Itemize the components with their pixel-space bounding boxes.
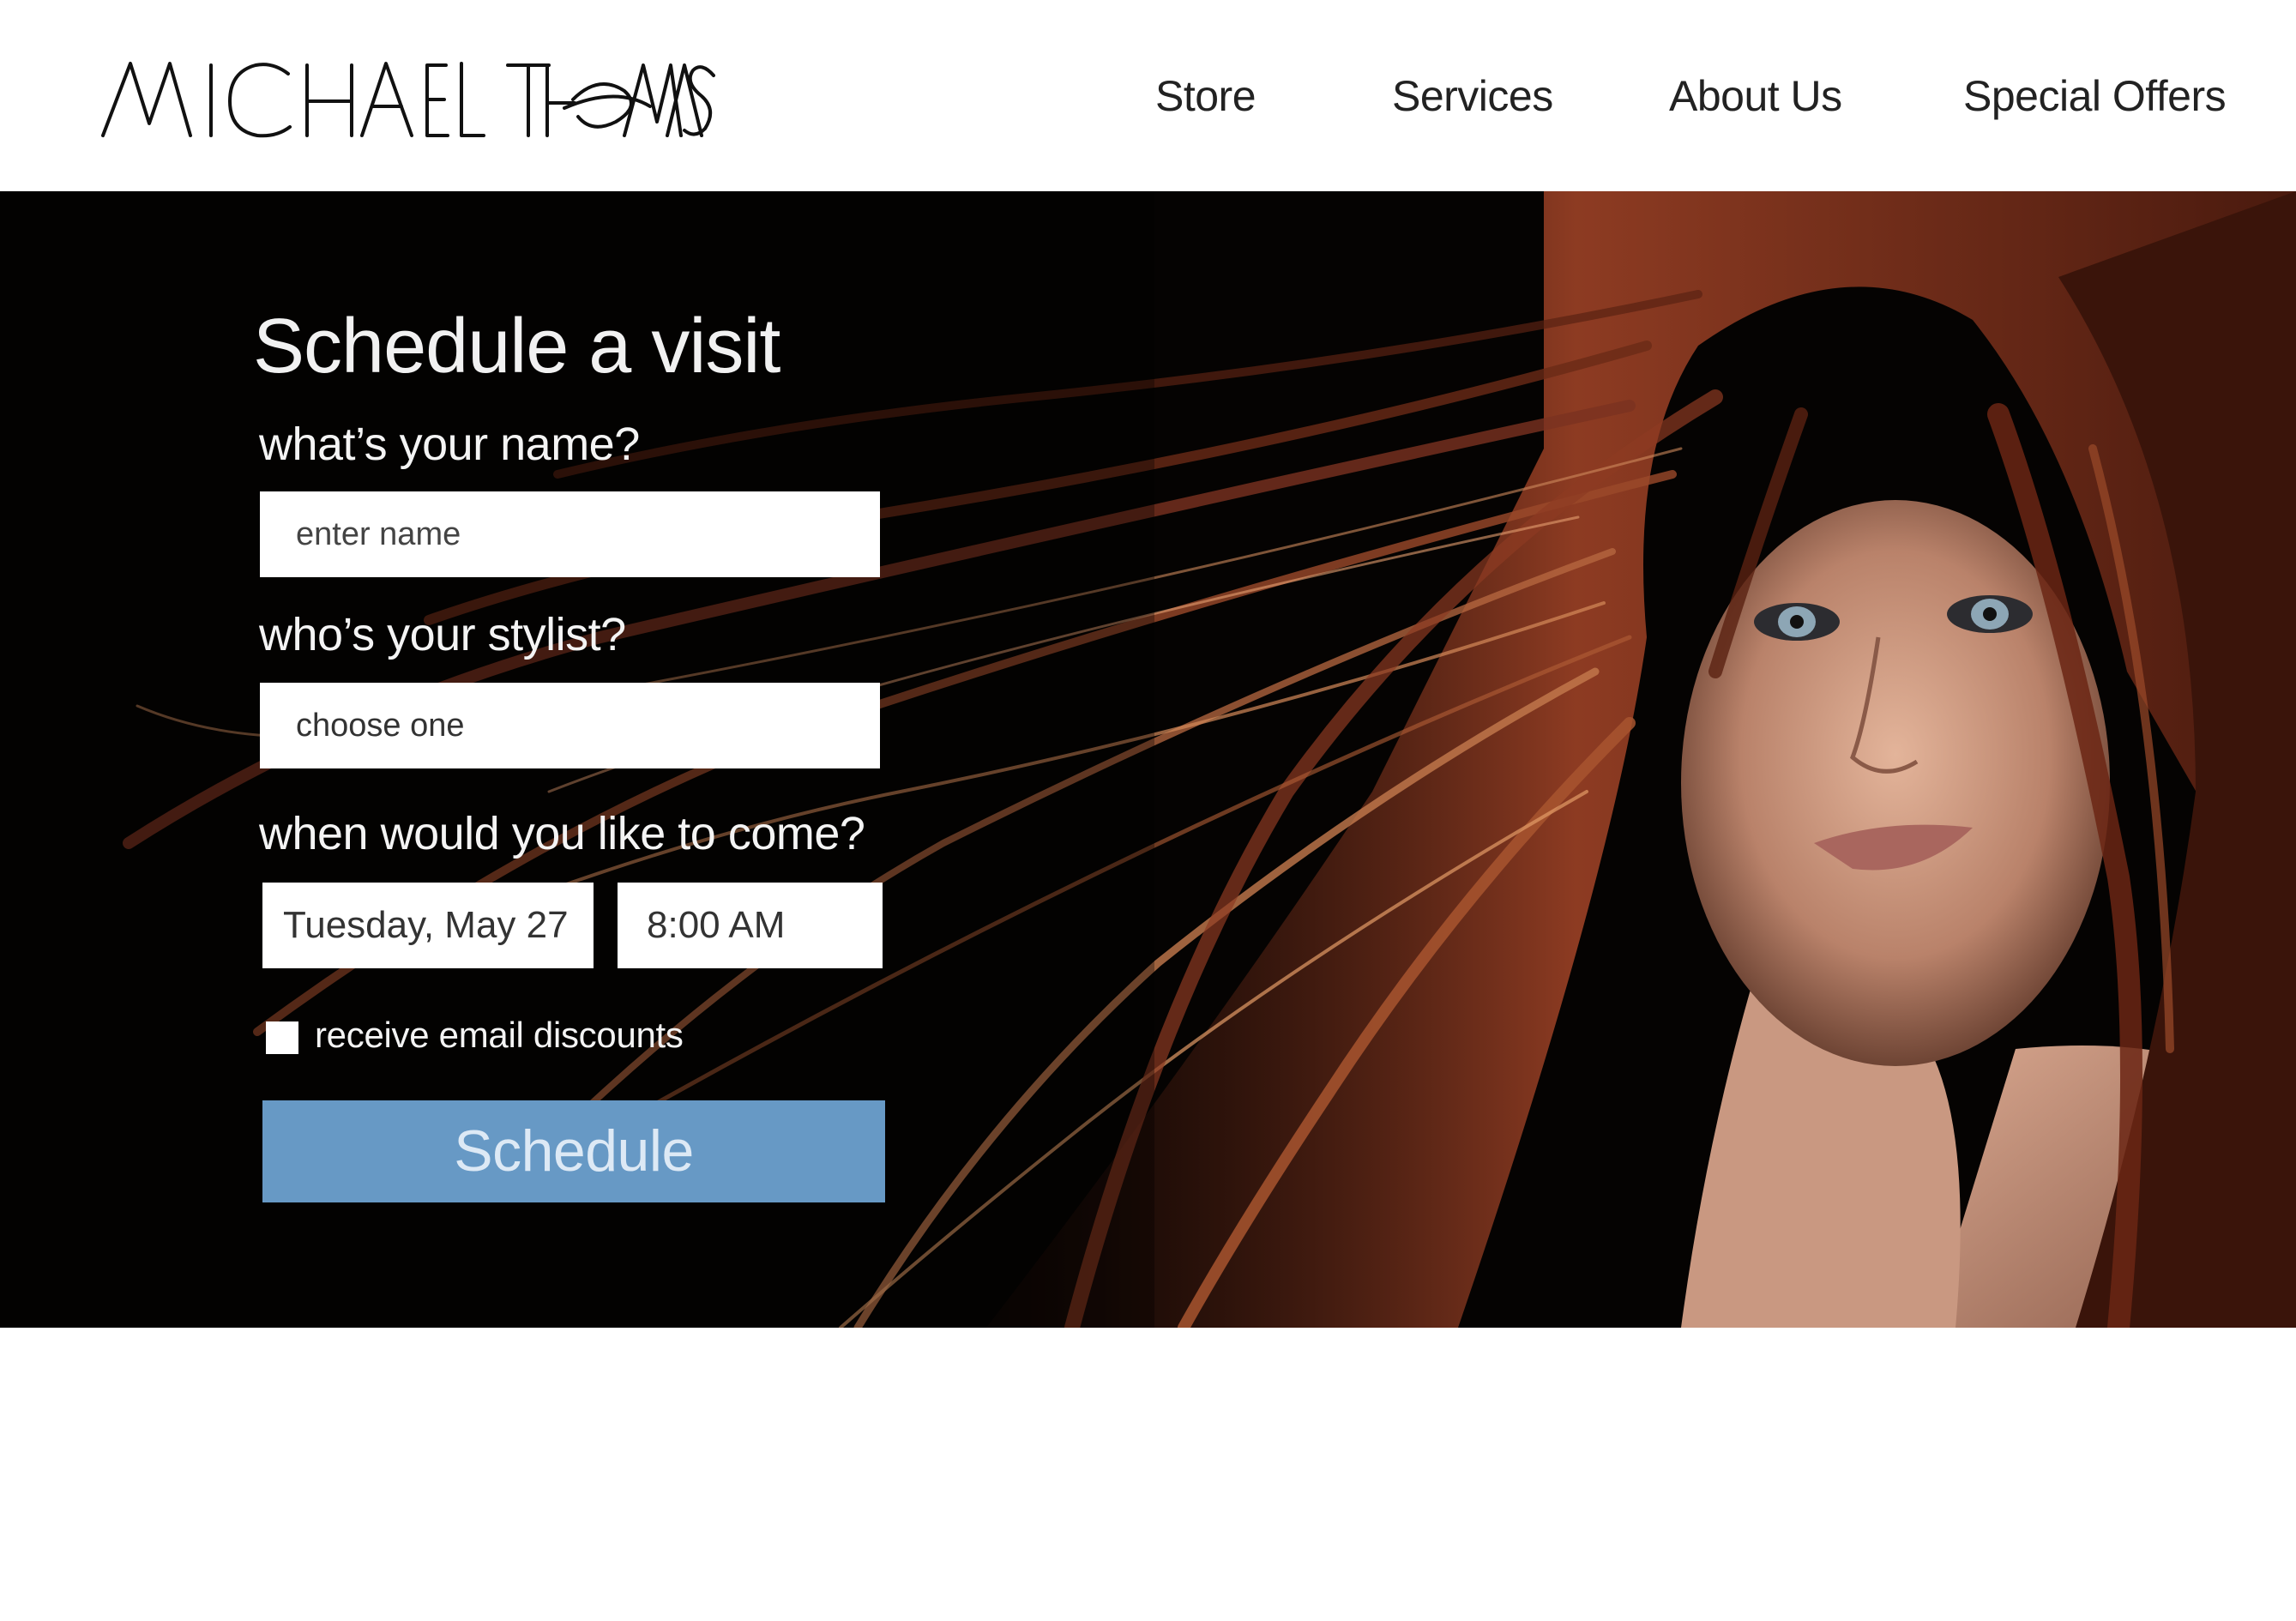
email-discounts-checkbox[interactable] <box>266 1021 298 1054</box>
stylist-select[interactable]: choose one <box>260 683 880 768</box>
main-nav: Store Services About Us Special Offers <box>0 62 2296 130</box>
date-picker[interactable]: Tuesday, May 27 <box>262 883 594 968</box>
time-picker[interactable]: 8:00 AM <box>618 883 883 968</box>
nav-services[interactable]: Services <box>1392 62 1553 130</box>
stylist-select-value: choose one <box>296 708 465 744</box>
name-label: what’s your name? <box>259 419 640 470</box>
page-footer-space <box>0 1328 2296 1621</box>
schedule-button[interactable]: Schedule <box>262 1100 885 1202</box>
date-picker-value: Tuesday, May 27 <box>283 904 569 946</box>
name-input[interactable] <box>260 491 880 577</box>
when-label: when would you like to come? <box>259 808 865 859</box>
schedule-form: Schedule a visit what’s your name? who’s… <box>0 191 1154 1328</box>
nav-about-us[interactable]: About Us <box>1669 62 1842 130</box>
email-discounts-label[interactable]: receive email discounts <box>315 1009 684 1061</box>
form-title: Schedule a visit <box>253 304 780 389</box>
hero-section: Schedule a visit what’s your name? who’s… <box>0 191 2296 1328</box>
time-picker-value: 8:00 AM <box>647 904 786 946</box>
site-header: Store Services About Us Special Offers <box>0 0 2296 191</box>
stylist-label: who’s your stylist? <box>259 609 626 660</box>
nav-special-offers[interactable]: Special Offers <box>1963 62 2227 130</box>
nav-store[interactable]: Store <box>1155 62 1256 130</box>
